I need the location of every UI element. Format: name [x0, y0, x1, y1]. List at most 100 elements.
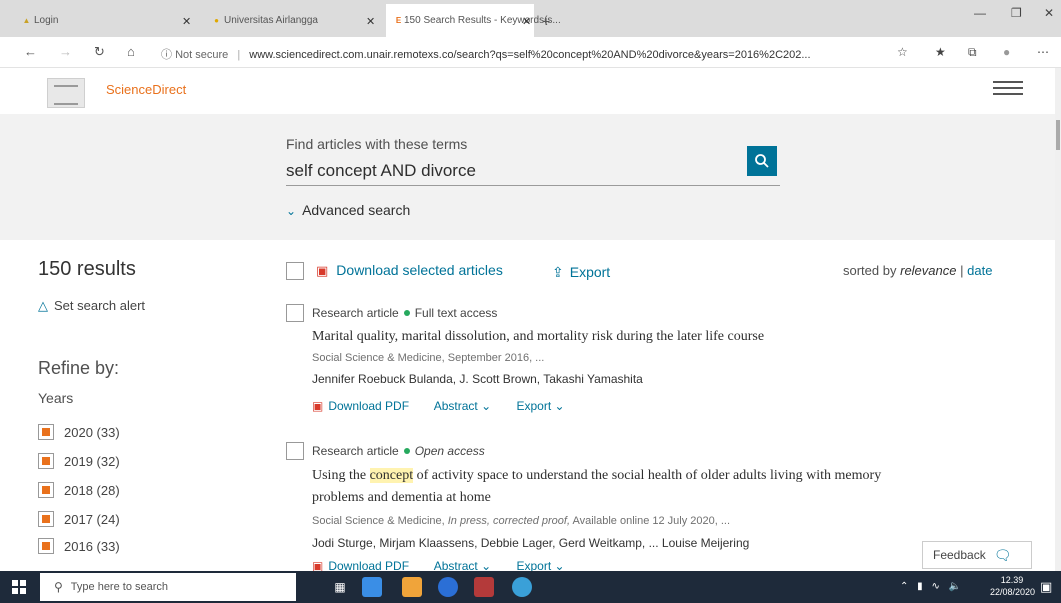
download-pdf-link[interactable]: ▣ Download PDF: [312, 399, 409, 413]
scrollbar-thumb[interactable]: [1056, 120, 1060, 150]
refresh-icon[interactable]: ↻: [94, 44, 105, 60]
result-source: Social Science & Medicine, In press, cor…: [312, 515, 730, 527]
title-highlight: concept: [369, 468, 414, 483]
new-tab-button[interactable]: +: [538, 4, 558, 37]
search-icon: ⚲: [54, 580, 63, 594]
forward-icon[interactable]: →: [59, 44, 72, 59]
info-icon: ⓘ: [161, 49, 172, 61]
site-header: ScienceDirect: [0, 68, 1061, 114]
battery-icon: ▮: [917, 581, 923, 592]
year-filter-2020[interactable]: 2020 (33): [38, 424, 120, 440]
collections-icon[interactable]: ⧉: [968, 45, 977, 60]
year-filter-label: 2016 (33): [64, 538, 120, 554]
clock-time: 12.39: [1000, 575, 1024, 585]
checkbox[interactable]: [38, 511, 54, 527]
windows-start-icon[interactable]: [12, 580, 26, 594]
store-app-icon[interactable]: [362, 577, 382, 597]
checkbox[interactable]: [38, 538, 54, 554]
result-title-link[interactable]: Using the concept of activity space to u…: [312, 465, 881, 509]
download-selected-link[interactable]: ▣ Download selected articles: [316, 262, 503, 279]
year-filter-2017[interactable]: 2017 (24): [38, 511, 120, 527]
download-pdf-label: Download PDF: [328, 399, 410, 413]
hamburger-menu-icon[interactable]: [993, 81, 1023, 97]
double-chevron-down-icon: ⌄: [286, 204, 297, 218]
year-filter-2018[interactable]: 2018 (28): [38, 482, 120, 498]
year-filter-2019[interactable]: 2019 (32): [38, 453, 120, 469]
close-icon[interactable]: ✕: [182, 15, 191, 28]
sort-relevance[interactable]: relevance: [900, 263, 956, 278]
source-journal: Social Science & Medicine,: [312, 515, 448, 527]
result-authors: Jennifer Roebuck Bulanda, J. Scott Brown…: [312, 372, 643, 386]
title-text: Using the: [312, 468, 370, 483]
app-icon[interactable]: [474, 577, 494, 597]
more-menu-icon[interactable]: ⋯: [1037, 45, 1049, 59]
minimize-icon[interactable]: —: [974, 6, 986, 20]
home-icon[interactable]: ⌂: [127, 44, 135, 59]
access-label: Open access: [414, 444, 485, 458]
year-filter-2016[interactable]: 2016 (33): [38, 538, 120, 554]
title-text: of activity space to understand the soci…: [413, 468, 882, 483]
close-icon[interactable]: ✕: [522, 15, 531, 28]
export-dropdown[interactable]: Export ⌄: [516, 399, 564, 413]
checkbox[interactable]: [38, 482, 54, 498]
access-dot-icon: [403, 448, 410, 454]
brand-name[interactable]: ScienceDirect: [106, 82, 186, 97]
favorites-list-icon[interactable]: ★: [935, 45, 946, 59]
advanced-search-link[interactable]: ⌄ Advanced search: [286, 202, 410, 218]
url-field[interactable]: ⓘ Not secure | www.sciencedirect.com.una…: [161, 46, 811, 62]
result-title-link[interactable]: Marital quality, marital dissolution, an…: [312, 326, 764, 348]
feedback-button[interactable]: Feedback 🗨: [922, 541, 1032, 569]
clock-date: 22/08/2020: [990, 587, 1036, 597]
result-checkbox[interactable]: [286, 304, 304, 322]
tab-label: Login: [34, 15, 59, 26]
chrome-browser-icon[interactable]: [438, 577, 458, 597]
address-bar: ← → ↻ ⌂ ⓘ Not secure | www.sciencedirect…: [0, 37, 1061, 68]
plus-icon: +: [542, 12, 551, 29]
system-tray[interactable]: ⌃ ▮ ∿ 🔈: [900, 581, 961, 592]
url-separator: |: [237, 49, 241, 61]
favorite-star-icon[interactable]: ☆: [897, 45, 908, 59]
chevron-down-icon: ⌄: [554, 399, 565, 413]
wifi-icon: ∿: [931, 581, 940, 592]
year-filter-label: 2020 (33): [64, 424, 120, 440]
tab-search-results[interactable]: E 150 Search Results - Keywords(s... ✕: [386, 4, 561, 37]
checkbox[interactable]: [38, 424, 54, 440]
pdf-icon: ▣: [316, 263, 329, 278]
result-checkbox[interactable]: [286, 442, 304, 460]
url-text: www.sciencedirect.com.unair.remotexs.co/…: [249, 49, 811, 61]
chat-bubble-icon: 🗨: [993, 546, 1012, 563]
set-search-alert-link[interactable]: △ Set search alert: [38, 298, 145, 314]
window-close-icon[interactable]: ✕: [1044, 6, 1054, 20]
profile-avatar-icon[interactable]: ●: [1003, 45, 1010, 59]
tab-unair[interactable]: ● Universitas Airlangga ✕: [206, 4, 380, 37]
file-explorer-icon[interactable]: [402, 577, 422, 597]
result-source: Social Science & Medicine, September 201…: [312, 352, 545, 364]
task-view-icon[interactable]: ▦: [330, 577, 350, 597]
search-button[interactable]: [747, 146, 777, 176]
sort-date-link[interactable]: date: [967, 263, 992, 278]
back-icon[interactable]: ←: [24, 44, 37, 59]
restore-icon[interactable]: ❐: [1011, 6, 1022, 20]
abstract-toggle[interactable]: Abstract ⌄: [434, 399, 491, 413]
notification-icon[interactable]: ▣: [1040, 579, 1052, 595]
edge-browser-icon[interactable]: [512, 577, 532, 597]
checkbox[interactable]: [38, 453, 54, 469]
download-selected-label: Download selected articles: [336, 262, 503, 278]
export-link[interactable]: ⇪ Export: [552, 264, 610, 281]
chevron-down-icon: ⌄: [481, 399, 492, 413]
sort-options: sorted by relevance | date: [843, 263, 992, 278]
taskbar-search-input[interactable]: ⚲ Type here to search: [40, 573, 296, 601]
taskbar-search-placeholder: Type here to search: [70, 581, 169, 593]
page-scrollbar[interactable]: [1055, 68, 1061, 571]
select-all-checkbox[interactable]: [286, 262, 304, 280]
years-heading: Years: [38, 390, 74, 406]
close-icon[interactable]: ✕: [366, 15, 375, 28]
year-filter-label: 2017 (24): [64, 511, 120, 527]
search-input-underline: [286, 185, 780, 186]
access-label: Full text access: [414, 306, 498, 320]
search-input[interactable]: self concept AND divorce: [286, 161, 476, 181]
tab-login[interactable]: ▲ Login ✕: [10, 4, 200, 37]
elsevier-logo[interactable]: [47, 78, 85, 108]
system-clock[interactable]: 12.39 22/08/2020: [990, 574, 1036, 598]
year-filter-label: 2019 (32): [64, 453, 120, 469]
